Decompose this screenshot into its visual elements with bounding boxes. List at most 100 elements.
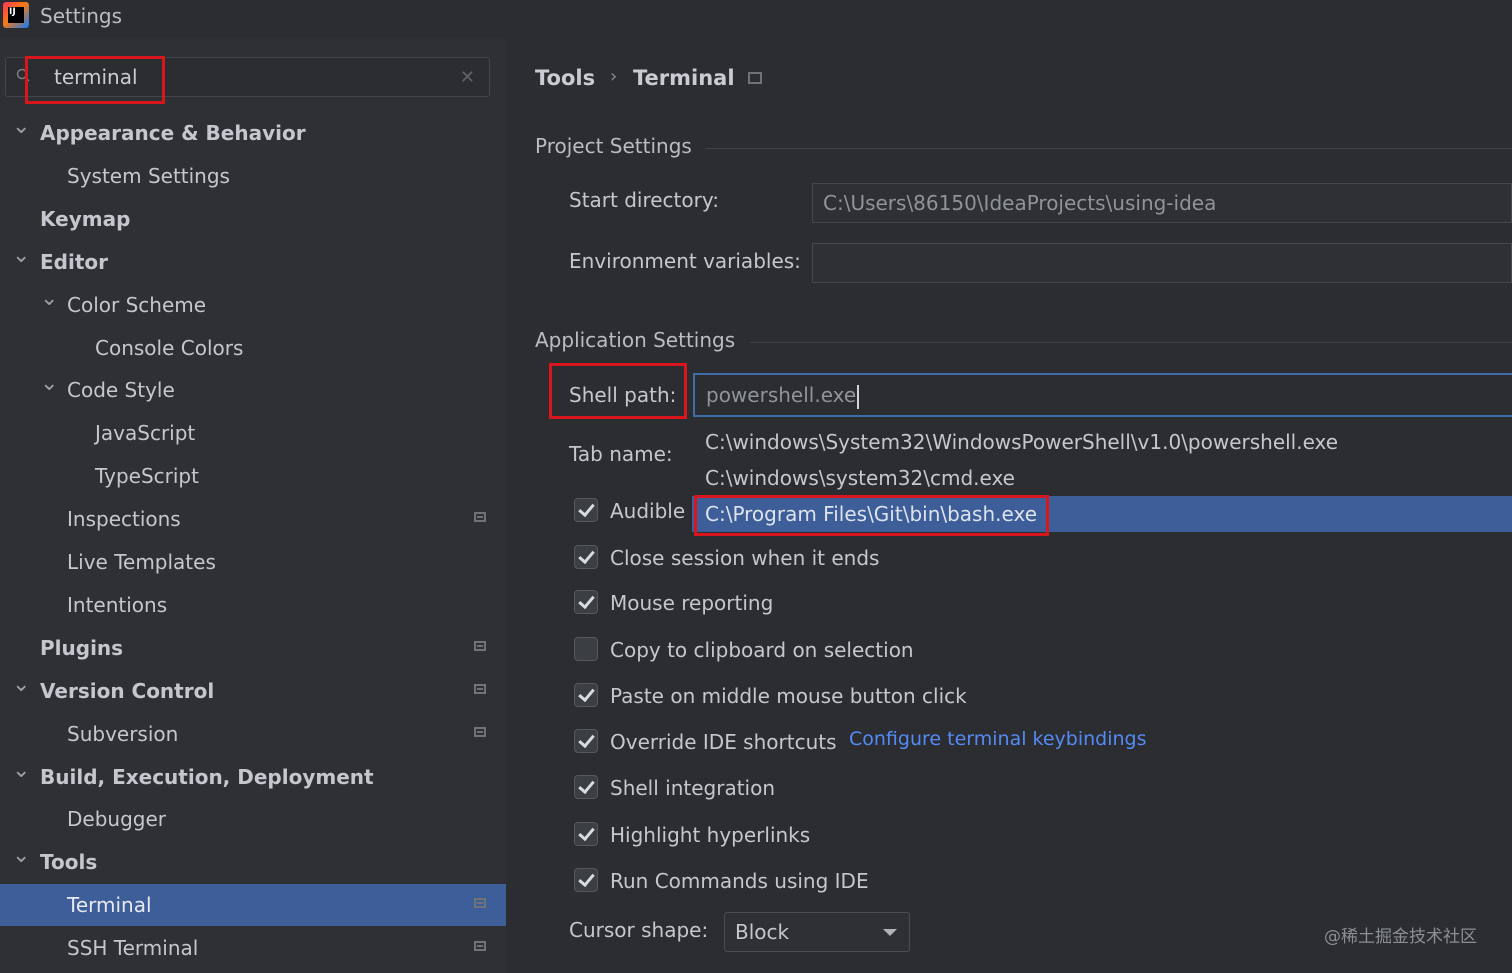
start-directory-field[interactable]: C:\Users\86150\IdeaProjects\using-idea: [812, 183, 1512, 223]
tree-item-label: Plugins: [40, 635, 124, 660]
shell-path-label: Shell path:: [569, 383, 677, 407]
title-bar: IJ Settings: [0, 0, 1512, 38]
tree-item-label: JavaScript: [95, 421, 196, 446]
tree-item-label: System Settings: [67, 163, 230, 188]
settings-sidebar: ✕ ⌄Appearance & BehaviorSystem SettingsK…: [0, 38, 506, 973]
tree-item-label: Build, Execution, Deployment: [40, 764, 374, 789]
tree-item[interactable]: Plugins: [0, 627, 506, 669]
tree-item[interactable]: ⌄ Tools: [0, 841, 506, 883]
shell-path-combobox[interactable]: powershell.exe: [693, 373, 1512, 417]
text-caret: [857, 384, 860, 409]
tree-item-label: Code Style: [67, 378, 175, 403]
shell-path-dropdown: C:\windows\System32\WindowsPowerShell\v1…: [692, 422, 1512, 532]
cursor-shape-select[interactable]: Block: [724, 912, 910, 952]
tree-item-label: Terminal: [67, 893, 152, 918]
tree-item[interactable]: ⌄ Version Control: [0, 670, 506, 712]
checkbox[interactable]: [574, 590, 598, 614]
checkbox-row[interactable]: Highlight hyperlinks: [574, 820, 994, 850]
checkbox[interactable]: [574, 775, 598, 799]
configure-keybindings-link[interactable]: Configure terminal keybindings: [849, 728, 1147, 750]
chevron-down-icon[interactable]: ⌄: [12, 106, 30, 148]
tree-item[interactable]: ⌄ Color Scheme: [0, 284, 506, 326]
checkbox[interactable]: [574, 637, 598, 661]
checkbox-label: Override IDE shortcuts: [610, 730, 837, 754]
checkbox-row[interactable]: Mouse reporting: [574, 588, 994, 618]
cursor-shape-label: Cursor shape:: [569, 918, 709, 942]
tree-item[interactable]: Debugger: [0, 798, 506, 840]
tree-item[interactable]: ⌄ Appearance & Behavior: [0, 112, 506, 154]
tree-item-label: Tools: [40, 850, 98, 875]
checkbox-row[interactable]: Shell integration: [574, 773, 994, 803]
shell-option-selected[interactable]: C:\Program Files\Git\bin\bash.exe: [692, 496, 1512, 532]
tree-item-label: Appearance & Behavior: [40, 121, 306, 145]
tree-item[interactable]: Subversion: [0, 713, 506, 755]
checkbox-row[interactable]: Audible: [574, 496, 694, 526]
checkbox-row[interactable]: Close session when it ends: [574, 543, 994, 573]
close-icon[interactable]: ✕: [460, 67, 475, 88]
tree-item-label: Console Colors: [95, 335, 244, 360]
tree-item-label: Color Scheme: [67, 292, 207, 317]
checkbox[interactable]: [574, 498, 598, 522]
project-scope-icon: [474, 941, 486, 952]
checkbox[interactable]: [574, 729, 598, 753]
search-icon: [16, 68, 30, 82]
checkbox[interactable]: [574, 822, 598, 846]
checkbox-label: Run Commands using IDE: [610, 869, 869, 893]
tree-item[interactable]: ⌄ Code Style: [0, 369, 506, 411]
tree-item[interactable]: Live Templates: [0, 541, 506, 583]
checkbox-label: Copy to clipboard on selection: [610, 638, 914, 662]
start-directory-label: Start directory:: [569, 188, 719, 212]
tab-name-label: Tab name:: [569, 442, 673, 466]
settings-content: Tools › Terminal Project Settings Start …: [506, 38, 1512, 973]
tree-item[interactable]: Keymap: [0, 198, 506, 240]
search-input[interactable]: [54, 62, 454, 92]
project-settings-title: Project Settings: [535, 134, 692, 158]
tree-item-label: Keymap: [40, 206, 131, 231]
checkbox-row[interactable]: Paste on middle mouse button click: [574, 681, 994, 711]
window-title: Settings: [40, 4, 123, 28]
tree-item[interactable]: Console Colors: [0, 327, 506, 369]
checkbox-row[interactable]: Run Commands using IDE: [574, 866, 994, 896]
chevron-down-icon[interactable]: ⌄: [12, 750, 30, 792]
environment-variables-label: Environment variables:: [569, 249, 801, 273]
tree-item[interactable]: Terminal: [0, 884, 506, 927]
tree-item[interactable]: TypeScript: [0, 455, 506, 497]
checkbox-label: Close session when it ends: [610, 546, 880, 570]
tree-item-label: Editor: [40, 249, 108, 274]
tree-item[interactable]: ⌄ Editor: [0, 241, 506, 283]
intellij-idea-icon: IJ: [3, 2, 29, 28]
tree-item[interactable]: SSH Terminal: [0, 927, 506, 969]
breadcrumb-parent[interactable]: Tools: [535, 66, 595, 90]
project-scope-icon: [474, 898, 486, 909]
breadcrumb-current: Terminal: [633, 66, 735, 90]
tree-item[interactable]: JavaScript: [0, 412, 506, 454]
environment-variables-field[interactable]: [812, 243, 1512, 283]
checkbox-row[interactable]: Copy to clipboard on selection: [574, 635, 994, 665]
checkbox-label: Mouse reporting: [610, 591, 774, 615]
checkbox[interactable]: [574, 545, 598, 569]
shell-option[interactable]: C:\windows\System32\WindowsPowerShell\v1…: [692, 424, 1512, 460]
tree-item-label: Debugger: [67, 807, 166, 832]
application-settings-title: Application Settings: [535, 328, 736, 352]
tree-item[interactable]: System Settings: [0, 155, 506, 197]
shell-option[interactable]: C:\windows\system32\cmd.exe: [692, 460, 1512, 496]
tree-item-label: Live Templates: [67, 550, 216, 574]
chevron-down-icon[interactable]: ⌄: [12, 664, 30, 706]
chevron-down-icon[interactable]: ⌄: [12, 235, 30, 277]
project-scope-icon: [474, 640, 486, 651]
chevron-down-icon[interactable]: ⌄: [40, 278, 58, 320]
chevron-down-icon[interactable]: ⌄: [12, 835, 30, 877]
section-divider: [706, 148, 1512, 149]
tree-item-label: SSH Terminal: [67, 936, 199, 961]
checkbox-label: Highlight hyperlinks: [610, 823, 811, 847]
chevron-down-icon[interactable]: ⌄: [40, 363, 58, 405]
checkbox-label: Shell integration: [610, 776, 776, 800]
tree-item[interactable]: ⌄ Build, Execution, Deployment: [0, 756, 506, 798]
tree-item[interactable]: Intentions: [0, 584, 506, 626]
checkbox[interactable]: [574, 683, 598, 707]
checkbox[interactable]: [574, 868, 598, 892]
settings-search[interactable]: ✕: [5, 57, 490, 97]
project-scope-icon: [474, 512, 486, 523]
tree-item[interactable]: Inspections: [0, 498, 506, 540]
chevron-down-icon: [883, 929, 897, 936]
